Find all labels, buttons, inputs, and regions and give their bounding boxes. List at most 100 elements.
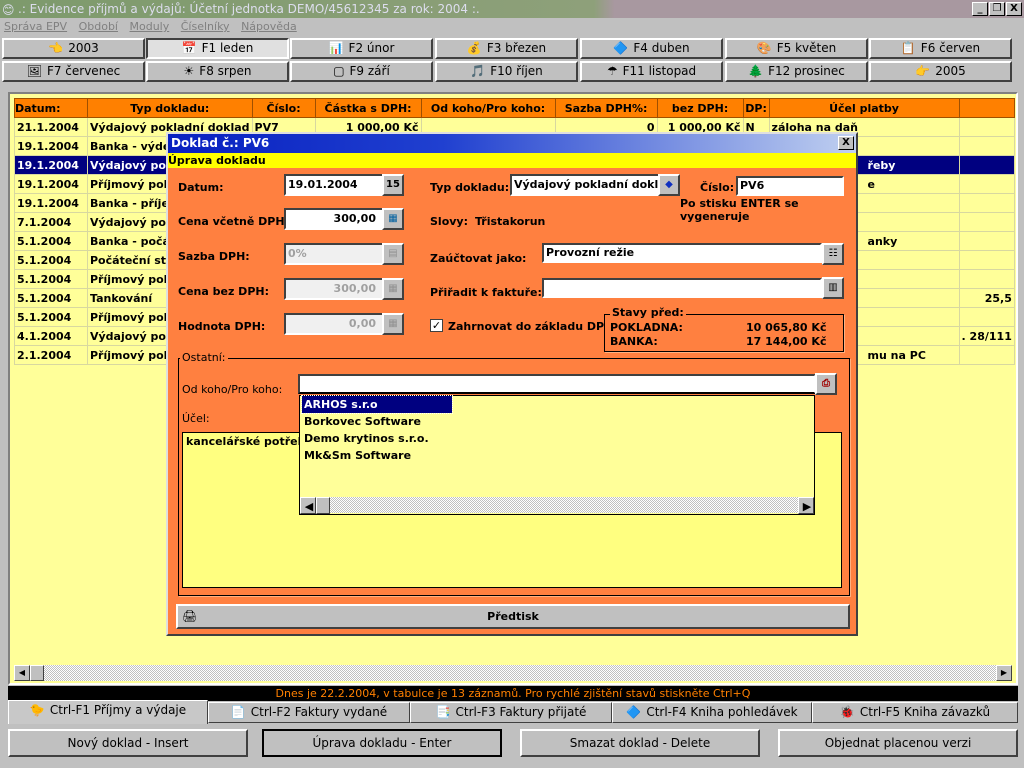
tab-1[interactable]: 📄 Ctrl-F2 Faktury vydané bbox=[208, 702, 410, 723]
dropdown-hscroll[interactable]: ◀ ▶ bbox=[300, 497, 814, 514]
month-button-label: F12 prosinec bbox=[768, 64, 845, 78]
month-button-1-0[interactable]: 📅 F1 leden bbox=[146, 38, 289, 59]
column-header[interactable]: Typ dokladu: bbox=[87, 98, 253, 118]
tab-4[interactable]: 🐞 Ctrl-F5 Kniha závazků bbox=[812, 702, 1018, 723]
minimize-button[interactable]: _ bbox=[972, 2, 988, 16]
faktura-input[interactable] bbox=[542, 278, 822, 298]
f5-květen-icon: 🎨 bbox=[756, 41, 772, 55]
zahrnovat-checkbox[interactable]: ✓ bbox=[430, 319, 443, 332]
datum-label: Datum: bbox=[178, 181, 224, 194]
table-cell: 5.1.2004 bbox=[14, 250, 88, 270]
table-cell: 19.1.2004 bbox=[14, 136, 88, 156]
calculator-icon[interactable]: ▦ bbox=[382, 208, 404, 230]
dropdown-option[interactable]: Borkovec Software bbox=[302, 413, 814, 430]
month-button-6-1[interactable]: 👉 2005 bbox=[869, 61, 1012, 82]
tab-3[interactable]: 🔷 Ctrl-F4 Kniha pohledávek bbox=[612, 702, 812, 723]
month-button-4-0[interactable]: 🔷 F4 duben bbox=[580, 38, 723, 59]
calculator-icon[interactable]: ▦ bbox=[382, 313, 404, 335]
month-button-3-0[interactable]: 💰 F3 březen bbox=[435, 38, 578, 59]
f2-únor-icon: 📊 bbox=[328, 41, 344, 55]
month-button-2-1[interactable]: ▢ F9 září bbox=[290, 61, 433, 82]
calculator-icon[interactable]: ▦ bbox=[382, 278, 404, 300]
tab-icon: 🔷 bbox=[626, 705, 642, 719]
month-button-0-0[interactable]: 👈 2003 bbox=[2, 38, 145, 59]
predtisk-label: Předtisk bbox=[487, 610, 539, 623]
table-cell: 2.1.2004 bbox=[14, 345, 88, 365]
month-button-4-1[interactable]: ☂ F11 listopad bbox=[580, 61, 723, 82]
book-icon[interactable]: ◆ bbox=[658, 174, 680, 196]
table-cell: 5.1.2004 bbox=[14, 288, 88, 308]
scroll-thumb[interactable] bbox=[30, 665, 44, 681]
calendar-icon[interactable]: 15 bbox=[382, 174, 404, 196]
action-button-2[interactable]: Smazat doklad - Delete bbox=[520, 729, 760, 757]
month-button-5-0[interactable]: 🎨 F5 květen bbox=[725, 38, 868, 59]
column-header[interactable]: Sazba DPH%: bbox=[554, 98, 658, 118]
month-button-6-0[interactable]: 📋 F6 červen bbox=[869, 38, 1012, 59]
action-button-3[interactable]: Objednat placenou verzi bbox=[778, 729, 1018, 757]
f4-duben-icon: 🔷 bbox=[613, 41, 629, 55]
scroll-left-button[interactable]: ◀ bbox=[14, 665, 30, 681]
table-cell: 5.1.2004 bbox=[14, 231, 88, 251]
month-button-1-1[interactable]: ☀ F8 srpen bbox=[146, 61, 289, 82]
restore-button[interactable]: ❐ bbox=[989, 2, 1005, 16]
month-button-0-1[interactable]: 🖼 F7 červenec bbox=[2, 61, 145, 82]
odkoho-label: Od koho/Pro koho: bbox=[182, 383, 283, 396]
cislo-input[interactable]: PV6 bbox=[736, 176, 844, 196]
menu-sprava[interactable]: Správa EPV bbox=[4, 20, 67, 33]
tab-0[interactable]: 🐤 Ctrl-F1 Příjmy a výdaje bbox=[8, 700, 208, 724]
column-header[interactable]: Od koho/Pro koho: bbox=[420, 98, 556, 118]
tab-label: Ctrl-F4 Kniha pohledávek bbox=[646, 705, 798, 719]
tree-icon[interactable]: ☷ bbox=[822, 243, 844, 265]
tab-icon: 📑 bbox=[435, 705, 451, 719]
column-header[interactable]: Datum: bbox=[14, 98, 88, 118]
menu-moduly[interactable]: Moduly bbox=[130, 20, 170, 33]
dropdown-option[interactable]: Mk&Sm Software bbox=[302, 447, 814, 464]
scroll-right-button[interactable]: ▶ bbox=[996, 665, 1012, 681]
table-cell bbox=[958, 155, 1015, 175]
ostatni-label: Ostatní: bbox=[180, 351, 228, 364]
dropdown-option[interactable]: ARHOS s.r.o bbox=[301, 395, 453, 414]
address-book-icon[interactable]: ⎙ bbox=[815, 373, 837, 395]
column-header[interactable]: Částka s DPH: bbox=[314, 98, 422, 118]
month-button-label: 2005 bbox=[935, 64, 966, 78]
typ-input[interactable]: Výdajový pokladní doklad bbox=[510, 174, 660, 196]
horizontal-scrollbar[interactable]: ◀ ▶ bbox=[14, 665, 1012, 681]
app-smiley-icon: 😊 bbox=[2, 3, 15, 17]
odkoho-combobox[interactable] bbox=[298, 374, 816, 394]
month-button-5-1[interactable]: 🌲 F12 prosinec bbox=[725, 61, 868, 82]
scroll-right-button[interactable]: ▶ bbox=[798, 497, 814, 514]
close-button[interactable]: X bbox=[1006, 2, 1022, 16]
column-header[interactable]: Účel platby bbox=[768, 98, 960, 118]
f8-srpen-icon: ☀ bbox=[183, 64, 195, 78]
tab-2[interactable]: 📑 Ctrl-F3 Faktury přijaté bbox=[410, 702, 612, 723]
f7-červenec-icon: 🖼 bbox=[26, 64, 42, 78]
table-cell bbox=[958, 193, 1015, 213]
predtisk-button[interactable]: 🖨 Předtisk bbox=[176, 604, 850, 629]
dropdown-option[interactable]: Demo krytinos s.r.o. bbox=[302, 430, 814, 447]
column-header[interactable]: DP: bbox=[742, 98, 770, 118]
column-header[interactable]: Číslo: bbox=[251, 98, 316, 118]
month-button-label: F11 listopad bbox=[622, 64, 697, 78]
documents-icon[interactable]: ▥ bbox=[822, 277, 844, 299]
month-button-label: F6 červen bbox=[920, 41, 981, 55]
column-header[interactable]: bez DPH: bbox=[656, 98, 744, 118]
menu-napoveda[interactable]: Nápověda bbox=[241, 20, 297, 33]
month-button-2-0[interactable]: 📊 F2 únor bbox=[290, 38, 433, 59]
zauctovat-input[interactable]: Provozní režie bbox=[542, 243, 822, 263]
action-button-0[interactable]: Nový doklad - Insert bbox=[8, 729, 248, 757]
scroll-left-button[interactable]: ◀ bbox=[300, 497, 316, 514]
status-bar: Dnes je 22.2.2004, v tabulce je 13 zázna… bbox=[8, 686, 1018, 701]
menu-obdobi[interactable]: Období bbox=[79, 20, 118, 33]
table-cell bbox=[958, 307, 1015, 327]
month-button-label: 2003 bbox=[68, 41, 99, 55]
menu-ciselniky[interactable]: Číselníky bbox=[181, 20, 230, 33]
dialog-close-button[interactable]: X bbox=[838, 136, 854, 150]
month-button-3-1[interactable]: 🎵 F10 říjen bbox=[435, 61, 578, 82]
hodnota-label: Hodnota DPH: bbox=[178, 320, 266, 333]
slovy-value: Třistakorun bbox=[475, 215, 546, 228]
table-cell: 19.1.2004 bbox=[14, 174, 88, 194]
action-button-1[interactable]: Úprava dokladu - Enter bbox=[262, 729, 502, 757]
scroll-thumb[interactable] bbox=[316, 497, 330, 514]
rate-picker-icon[interactable]: ▤ bbox=[382, 243, 404, 265]
month-button-label: F10 říjen bbox=[490, 64, 543, 78]
